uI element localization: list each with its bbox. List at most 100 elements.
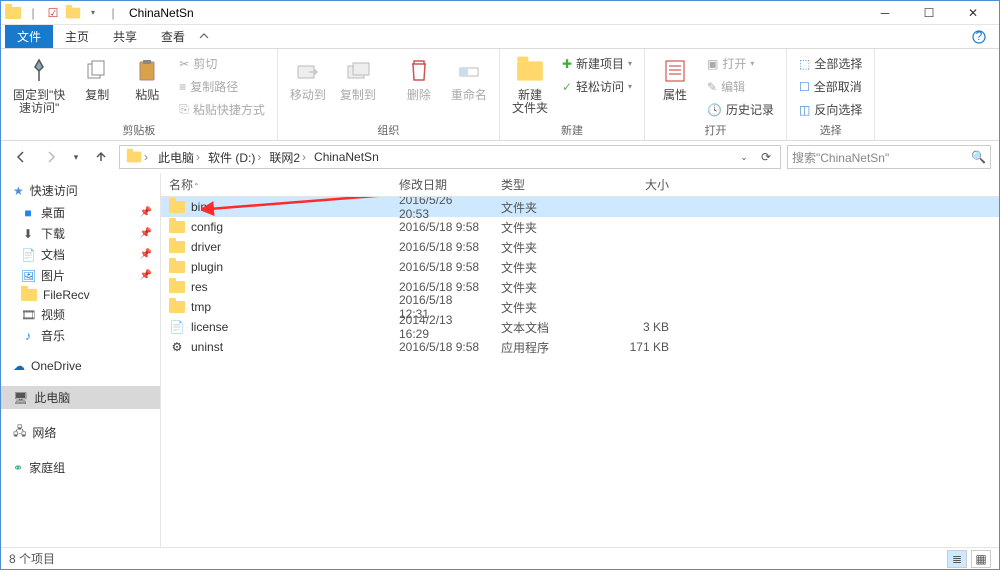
move-to-button[interactable]: 移动到 xyxy=(286,51,330,102)
rename-icon xyxy=(453,55,485,87)
paste-shortcut-button[interactable]: ⎘粘贴快捷方式 xyxy=(175,99,269,120)
group-select-label: 选择 xyxy=(795,120,866,138)
view-icons-button[interactable]: ▦ xyxy=(971,550,991,568)
pic-icon: 🖼 xyxy=(21,269,35,283)
table-row[interactable]: config2016/5/18 9:58文件夹 xyxy=(161,217,999,237)
pin-quickaccess-button[interactable]: 固定到"快 速访问" xyxy=(9,51,69,115)
history-icon: 🕓 xyxy=(707,103,722,117)
breadcrumb-item[interactable]: 联网2› xyxy=(265,149,310,166)
open-button[interactable]: ▣打开 ▾ xyxy=(703,53,778,74)
view-details-button[interactable]: ≣ xyxy=(947,550,967,568)
rename-button[interactable]: 重命名 xyxy=(447,51,491,102)
col-type[interactable]: 类型 xyxy=(493,176,597,193)
table-row[interactable]: ⚙uninst2016/5/18 9:58应用程序171 KB xyxy=(161,337,999,357)
cut-button[interactable]: ✂剪切 xyxy=(175,53,269,74)
help-icon[interactable]: ? xyxy=(967,25,991,48)
addr-dropdown-button[interactable]: ⌄ xyxy=(734,145,754,169)
new-item-button[interactable]: ✚新建项目 ▾ xyxy=(558,53,636,74)
qat-newfolder-icon[interactable] xyxy=(65,5,81,21)
breadcrumb-item[interactable]: ChinaNetSn xyxy=(310,149,383,166)
copy-icon xyxy=(81,55,113,87)
tree-item[interactable]: 🎞视频 xyxy=(1,304,160,325)
title-bar: | ☑ ▾ | ChinaNetSn ─ ☐ ✕ xyxy=(1,1,999,25)
filelist-header[interactable]: 名称⌃ 修改日期 类型 大小 xyxy=(161,173,999,197)
breadcrumb[interactable]: › 此电脑›软件 (D:)›联网2›ChinaNetSn ⌄ ⟳ xyxy=(119,145,781,169)
easyaccess-icon: ✓ xyxy=(562,80,572,94)
tree-item[interactable]: ♪音乐 xyxy=(1,325,160,346)
col-name[interactable]: 名称⌃ xyxy=(161,176,391,193)
minimize-button[interactable]: ─ xyxy=(863,1,907,25)
table-row[interactable]: plugin2016/5/18 9:58文件夹 xyxy=(161,257,999,277)
file-list: 名称⌃ 修改日期 类型 大小 bin2016/5/26 20:53文件夹conf… xyxy=(161,173,999,547)
easy-access-button[interactable]: ✓轻松访问 ▾ xyxy=(558,76,636,97)
select-all-button[interactable]: ⬚全部选择 xyxy=(795,53,866,74)
addr-refresh-button[interactable]: ⟳ xyxy=(754,145,778,169)
tab-file[interactable]: 文件 xyxy=(5,25,53,48)
homegroup-icon: ⚭ xyxy=(13,461,23,475)
pin-icon xyxy=(23,55,55,87)
delete-button[interactable]: 删除 xyxy=(397,51,441,102)
folder-icon xyxy=(169,281,185,293)
history-button[interactable]: 🕓历史记录 xyxy=(703,99,778,120)
breadcrumb-item[interactable]: 软件 (D:)› xyxy=(204,149,265,166)
selectall-icon: ⬚ xyxy=(799,57,810,71)
tree-quickaccess[interactable]: ★快速访问 xyxy=(1,179,160,202)
col-size[interactable]: 大小 xyxy=(597,176,677,193)
ribbon-collapse-icon[interactable] xyxy=(197,25,211,48)
nav-back-button[interactable] xyxy=(9,145,33,169)
maximize-button[interactable]: ☐ xyxy=(907,1,951,25)
pin-icon: 📌 xyxy=(140,228,152,239)
nav-forward-button[interactable] xyxy=(39,145,63,169)
close-button[interactable]: ✕ xyxy=(951,1,995,25)
folder-icon xyxy=(169,201,185,213)
properties-button[interactable]: 属性 xyxy=(653,51,697,102)
invert-icon: ◫ xyxy=(799,103,810,117)
tree-item[interactable]: 🖼图片📌 xyxy=(1,265,160,286)
table-row[interactable]: res2016/5/18 9:58文件夹 xyxy=(161,277,999,297)
edit-icon: ✎ xyxy=(707,80,717,94)
breadcrumb-root[interactable]: › xyxy=(122,150,152,164)
tree-item[interactable]: ⬇下载📌 xyxy=(1,223,160,244)
table-row[interactable]: driver2016/5/18 9:58文件夹 xyxy=(161,237,999,257)
tree-item[interactable]: ■桌面📌 xyxy=(1,202,160,223)
breadcrumb-item[interactable]: 此电脑› xyxy=(154,149,204,166)
invert-select-button[interactable]: ◫反向选择 xyxy=(795,99,866,120)
navigation-tree[interactable]: ★快速访问 ■桌面📌⬇下载📌📄文档📌🖼图片📌FileRecv🎞视频♪音乐 ☁On… xyxy=(1,173,161,547)
search-input[interactable]: 搜索"ChinaNetSn" 🔍 xyxy=(787,145,991,169)
newfolder-icon xyxy=(514,55,546,87)
tree-item[interactable]: 📄文档📌 xyxy=(1,244,160,265)
tree-thispc[interactable]: 🖥此电脑 xyxy=(1,386,160,409)
edit-button[interactable]: ✎编辑 xyxy=(703,76,778,97)
tab-share[interactable]: 共享 xyxy=(101,25,149,48)
tree-homegroup[interactable]: ⚭家庭组 xyxy=(1,456,160,479)
folder-icon xyxy=(21,289,37,301)
qat-dropdown-icon[interactable]: ▾ xyxy=(85,5,101,21)
copy-button[interactable]: 复制 xyxy=(75,51,119,102)
tree-item[interactable]: FileRecv xyxy=(1,286,160,304)
pin-icon: 📌 xyxy=(140,249,152,260)
pin-icon: 📌 xyxy=(140,270,152,281)
svg-text:?: ? xyxy=(976,30,983,43)
table-row[interactable]: bin2016/5/26 20:53文件夹 xyxy=(161,197,999,217)
col-date[interactable]: 修改日期 xyxy=(391,176,493,193)
new-folder-button[interactable]: 新建 文件夹 xyxy=(508,51,552,115)
nav-up-button[interactable] xyxy=(89,145,113,169)
copyto-icon xyxy=(342,55,374,87)
moveto-icon xyxy=(292,55,324,87)
filelist-body[interactable]: bin2016/5/26 20:53文件夹config2016/5/18 9:5… xyxy=(161,197,999,547)
tree-network[interactable]: 🖧网络 xyxy=(1,419,160,446)
copy-to-button[interactable]: 复制到 xyxy=(336,51,380,102)
copy-path-button[interactable]: ≡复制路径 xyxy=(175,76,269,97)
search-icon: 🔍 xyxy=(971,150,986,164)
nav-recent-button[interactable]: ▾ xyxy=(69,145,83,169)
tab-view[interactable]: 查看 xyxy=(149,25,197,48)
paste-button[interactable]: 粘贴 xyxy=(125,51,169,102)
tree-onedrive[interactable]: ☁OneDrive xyxy=(1,356,160,376)
tab-home[interactable]: 主页 xyxy=(53,25,101,48)
desktop-icon: ■ xyxy=(21,206,35,220)
select-none-button[interactable]: ☐全部取消 xyxy=(795,76,866,97)
qat-properties-icon[interactable]: ☑ xyxy=(45,5,61,21)
table-row[interactable]: 📄license2014/2/13 16:29文本文档3 KB xyxy=(161,317,999,337)
table-row[interactable]: tmp2016/5/18 12:31文件夹 xyxy=(161,297,999,317)
qat-sep2: | xyxy=(105,5,121,21)
